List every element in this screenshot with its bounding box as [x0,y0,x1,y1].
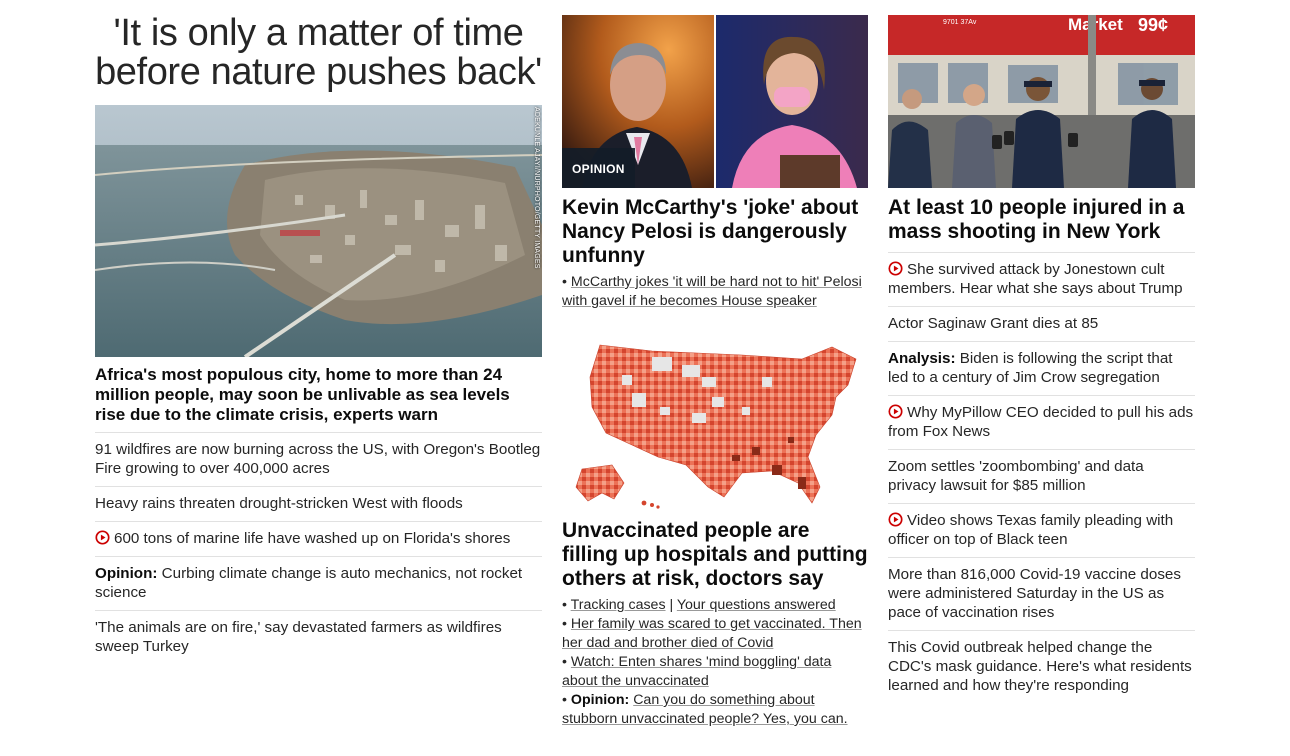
item-text: Why MyPillow CEO decided to pull his ads… [888,404,1194,440]
lagos-aerial-photo[interactable]: ADEKUNLE AJAYI/NURPHOTO/GETTY IMAGES [95,105,542,357]
related-links: • Tracking cases | Your questions answer… [562,596,868,729]
item-prefix: Opinion: [95,565,158,582]
list-item[interactable]: 91 wildfires are now burning across the … [95,432,542,486]
list-item[interactable]: Video shows Texas family pleading with o… [888,503,1195,557]
related-link[interactable]: Watch: Enten shares 'mind boggling' data… [562,654,831,689]
related-link[interactable]: Her family was scared to get vaccinated.… [562,616,862,651]
store-price: 99¢ [1138,15,1168,35]
related-item: • Opinion: Can you do something about st… [562,692,848,727]
feature-headline[interactable]: 'It is only a matter of time before natu… [95,14,542,92]
related-item: • Watch: Enten shares 'mind boggling' da… [562,654,832,689]
related-link[interactable]: McCarthy jokes 'it will be hard not to h… [562,274,862,309]
nypd-press-photo[interactable]: 99¢ Market 9701 37Av [888,15,1195,188]
lead-story-link[interactable]: Kevin McCarthy's 'joke' about Nancy Pelo… [562,196,868,268]
item-text: Curbing climate change is auto mechanics… [95,565,523,601]
list-item[interactable]: She survived attack by Jonestown cult me… [888,252,1195,306]
item-prefix: Analysis: [888,350,956,367]
related-item: • Her family was scared to get vaccinate… [562,616,862,651]
list-item[interactable]: 'The animals are on fire,' say devastate… [95,610,542,664]
lead-story-link[interactable]: Unvaccinated people are filling up hospi… [562,519,868,591]
mccarthy-pelosi-photo[interactable]: OPINION [562,15,868,188]
opinion-badge: OPINION [562,148,635,188]
play-icon [95,530,110,545]
separator: | [665,597,677,613]
covid-map[interactable] [562,337,868,509]
tracking-cases-link[interactable]: Tracking cases [571,597,666,613]
store-address: 9701 37Av [943,19,977,26]
list-item[interactable]: More than 816,000 Covid-19 vaccine doses… [888,557,1195,630]
list-item[interactable]: 600 tons of marine life have washed up o… [95,521,542,556]
related-item: • Tracking cases | Your questions answer… [562,597,836,613]
related-links: • McCarthy jokes 'it will be hard not to… [562,273,868,311]
item-text: Video shows Texas family pleading with o… [888,512,1174,548]
item-text: She survived attack by Jonestown cult me… [888,261,1183,297]
list-item[interactable]: Why MyPillow CEO decided to pull his ads… [888,395,1195,449]
story-list: 91 wildfires are now burning across the … [95,432,542,664]
list-item[interactable]: This Covid outbreak helped change the CD… [888,630,1195,703]
item-text: Zoom settles 'zoombombing' and data priv… [888,458,1144,494]
story-list: She survived attack by Jonestown cult me… [888,252,1195,703]
item-text: 600 tons of marine life have washed up o… [114,530,511,547]
item-text: Heavy rains threaten drought-stricken We… [95,495,463,512]
list-item[interactable]: Opinion: Curbing climate change is auto … [95,556,542,610]
play-icon [888,261,903,276]
item-text: This Covid outbreak helped change the CD… [888,639,1192,694]
column-left: 'It is only a matter of time before natu… [95,0,542,664]
column-center: OPINION Kevin McCarthy's 'joke' about Na… [562,0,868,729]
list-item[interactable]: Zoom settles 'zoombombing' and data priv… [888,449,1195,503]
list-item[interactable]: Analysis: Biden is following the script … [888,341,1195,395]
questions-link[interactable]: Your questions answered [677,597,836,613]
item-prefix: Opinion: [570,692,630,708]
item-text: 'The animals are on fire,' say devastate… [95,619,502,655]
item-text: Actor Saginaw Grant dies at 85 [888,315,1099,332]
lead-story-link[interactable]: Africa's most populous city, home to mor… [95,365,542,432]
play-icon [888,512,903,527]
photo-credit: ADEKUNLE AJAYI/NURPHOTO/GETTY IMAGES [533,107,540,269]
column-right: 99¢ Market 9701 37Av At least 10 [888,0,1195,703]
play-icon [888,404,903,419]
list-item[interactable]: Actor Saginaw Grant dies at 85 [888,306,1195,341]
item-text: 91 wildfires are now burning across the … [95,441,541,477]
related-item: • McCarthy jokes 'it will be hard not to… [562,274,862,309]
item-text: More than 816,000 Covid-19 vaccine doses… [888,566,1181,621]
list-item[interactable]: Heavy rains threaten drought-stricken We… [95,486,542,521]
lead-story-link[interactable]: At least 10 people injured in a mass sho… [888,196,1195,252]
